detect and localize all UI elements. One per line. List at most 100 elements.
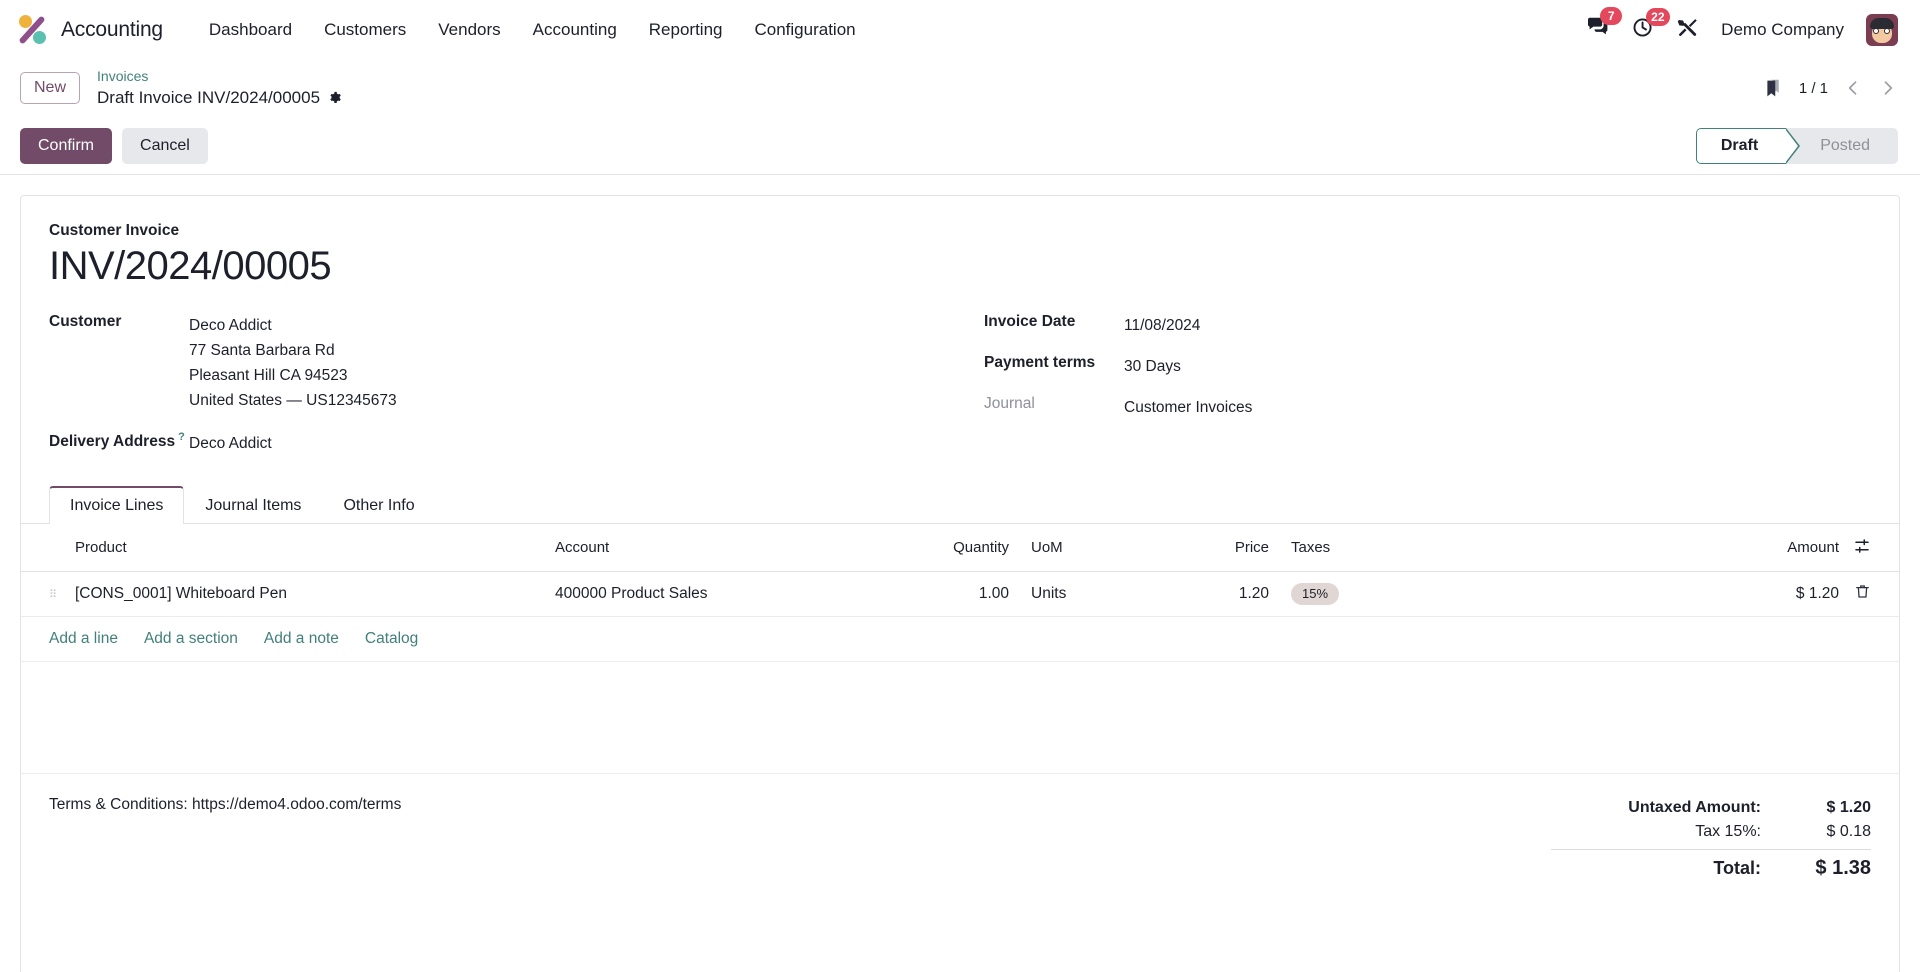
add-a-line-link[interactable]: Add a line: [49, 630, 118, 648]
messages-badge: 7: [1600, 7, 1623, 25]
menu-item-configuration[interactable]: Configuration: [739, 14, 872, 46]
menu-item-vendors[interactable]: Vendors: [422, 14, 516, 46]
column-header-quantity[interactable]: Quantity: [907, 523, 1017, 572]
cell-taxes[interactable]: 15%: [1277, 571, 1577, 617]
header-fields-right: Invoice Date 11/08/2024 Payment terms 30…: [984, 309, 1871, 459]
pager-next-button[interactable]: [1878, 78, 1898, 98]
header-fields: Customer Deco Addict 77 Santa Barbara Rd…: [49, 309, 1871, 459]
cell-price[interactable]: 1.20: [1127, 571, 1277, 617]
delivery-address-label-text: Delivery Address: [49, 433, 176, 451]
user-avatar[interactable]: [1866, 13, 1898, 46]
header-fields-left: Customer Deco Addict 77 Santa Barbara Rd…: [49, 309, 984, 459]
column-options-icon[interactable]: [1853, 537, 1871, 555]
cell-uom[interactable]: Units: [1017, 571, 1127, 617]
tax-badge: 15%: [1291, 582, 1340, 605]
sheet-footer: Terms & Conditions: https://demo4.odoo.c…: [49, 774, 1871, 883]
messages-button[interactable]: 7: [1586, 7, 1623, 44]
total-row-tax: Tax 15%: $ 0.18: [1551, 820, 1871, 844]
column-header-taxes[interactable]: Taxes: [1277, 523, 1577, 572]
developer-tools-button[interactable]: [1677, 16, 1699, 43]
tools-icon: [1677, 16, 1699, 43]
table-row[interactable]: ⠿ [CONS_0001] Whiteboard Pen 400000 Prod…: [21, 571, 1899, 617]
column-header-handle: [21, 523, 67, 572]
drag-handle-icon[interactable]: ⠿: [49, 589, 58, 600]
help-icon[interactable]: ?: [178, 431, 185, 443]
untaxed-amount-value: $ 1.20: [1826, 798, 1871, 816]
activities-badge: 22: [1646, 7, 1670, 26]
total-label: Total:: [1713, 857, 1761, 878]
invoice-date-value[interactable]: 11/08/2024: [1124, 309, 1200, 338]
top-navbar: Accounting Dashboard Customers Vendors A…: [0, 0, 1920, 59]
total-value: $ 1.38: [1815, 856, 1871, 879]
add-a-note-link[interactable]: Add a note: [264, 630, 339, 648]
company-switcher[interactable]: Demo Company: [1721, 20, 1844, 40]
app-name: Accounting: [61, 17, 163, 41]
column-header-amount[interactable]: Amount: [1577, 523, 1845, 572]
pager-count: 1 / 1: [1798, 79, 1828, 97]
column-header-options: [1845, 523, 1899, 572]
status-bar: Draft Posted: [1695, 127, 1898, 164]
tax-value: $ 0.18: [1826, 822, 1871, 840]
total-row-grand: Total: $ 1.38: [1551, 848, 1871, 883]
tab-invoice-lines[interactable]: Invoice Lines: [49, 485, 185, 524]
menu-item-customers[interactable]: Customers: [308, 14, 422, 46]
payment-terms-label: Payment terms: [984, 354, 1096, 372]
menu-item-accounting[interactable]: Accounting: [517, 14, 633, 46]
journal-value[interactable]: Customer Invoices: [1124, 391, 1252, 420]
column-header-price[interactable]: Price: [1127, 523, 1277, 572]
add-a-section-link[interactable]: Add a section: [144, 630, 238, 648]
cancel-button[interactable]: Cancel: [122, 127, 208, 164]
new-record-button[interactable]: New: [20, 72, 81, 104]
tab-journal-items[interactable]: Journal Items: [184, 486, 322, 524]
delivery-address-value[interactable]: Deco Addict: [189, 427, 272, 456]
table-empty-space: [21, 662, 1899, 774]
trash-icon[interactable]: [1854, 583, 1871, 600]
customer-address-line-2: Pleasant Hill CA 94523: [189, 367, 348, 385]
document-type-label: Customer Invoice: [49, 222, 180, 239]
field-customer: Customer Deco Addict 77 Santa Barbara Rd…: [49, 309, 984, 413]
cell-row-actions: [1845, 571, 1899, 617]
tax-label[interactable]: Tax 15%:: [1695, 823, 1761, 841]
payment-terms-value[interactable]: 30 Days: [1124, 350, 1181, 379]
column-header-account[interactable]: Account: [547, 523, 907, 572]
column-header-product[interactable]: Product: [67, 523, 547, 572]
table-header-row: Product Account Quantity UoM Price Taxes…: [21, 523, 1899, 572]
cell-amount: $ 1.20: [1577, 571, 1845, 617]
navbar-right-tools: 7 22 Demo Company: [1586, 7, 1898, 46]
cell-quantity[interactable]: 1.00: [907, 571, 1017, 617]
breadcrumb: Invoices Draft Invoice INV/2024/00005: [97, 68, 342, 108]
odoo-logo-icon: [16, 14, 48, 45]
customer-label: Customer: [49, 313, 122, 330]
total-row-untaxed: Untaxed Amount: $ 1.20: [1551, 796, 1871, 820]
status-badge-draft[interactable]: Draft: [1695, 127, 1801, 164]
customer-name: Deco Addict: [189, 317, 272, 334]
invoice-date-label: Invoice Date: [984, 313, 1076, 330]
pager: 1 / 1: [1763, 78, 1898, 99]
terms-and-conditions[interactable]: Terms & Conditions: https://demo4.odoo.c…: [49, 796, 1551, 883]
page-title: INV/2024/00005: [49, 244, 332, 288]
breadcrumb-item-invoices[interactable]: Invoices: [97, 68, 148, 85]
column-header-uom[interactable]: UoM: [1017, 523, 1127, 572]
field-journal: Journal Customer Invoices: [984, 391, 1871, 420]
field-delivery-address: Delivery Address? Deco Addict: [49, 427, 984, 456]
untaxed-amount-label: Untaxed Amount:: [1628, 798, 1761, 816]
menu-item-dashboard[interactable]: Dashboard: [193, 14, 308, 46]
customer-address-line-1: 77 Santa Barbara Rd: [189, 342, 335, 360]
main-menu: Dashboard Customers Vendors Accounting R…: [193, 14, 872, 46]
catalog-link[interactable]: Catalog: [365, 630, 418, 648]
activities-button[interactable]: 22: [1632, 7, 1670, 44]
bookmark-icon[interactable]: [1763, 78, 1784, 99]
cell-product[interactable]: [CONS_0001] Whiteboard Pen: [67, 571, 547, 617]
pager-previous-button[interactable]: [1843, 78, 1863, 98]
field-payment-terms: Payment terms 30 Days: [984, 350, 1871, 379]
gear-icon[interactable]: [327, 90, 342, 105]
menu-item-reporting[interactable]: Reporting: [633, 14, 739, 46]
tab-other-info[interactable]: Other Info: [322, 486, 435, 524]
customer-value[interactable]: Deco Addict 77 Santa Barbara Rd Pleasant…: [189, 309, 397, 413]
breadcrumb-current: Draft Invoice INV/2024/00005: [97, 88, 342, 108]
cell-account[interactable]: 400000 Product Sales: [547, 571, 907, 617]
field-invoice-date: Invoice Date 11/08/2024: [984, 309, 1871, 338]
confirm-button[interactable]: Confirm: [20, 127, 113, 164]
brand-home-link[interactable]: Accounting: [16, 14, 163, 45]
status-badge-posted[interactable]: Posted: [1786, 127, 1898, 164]
